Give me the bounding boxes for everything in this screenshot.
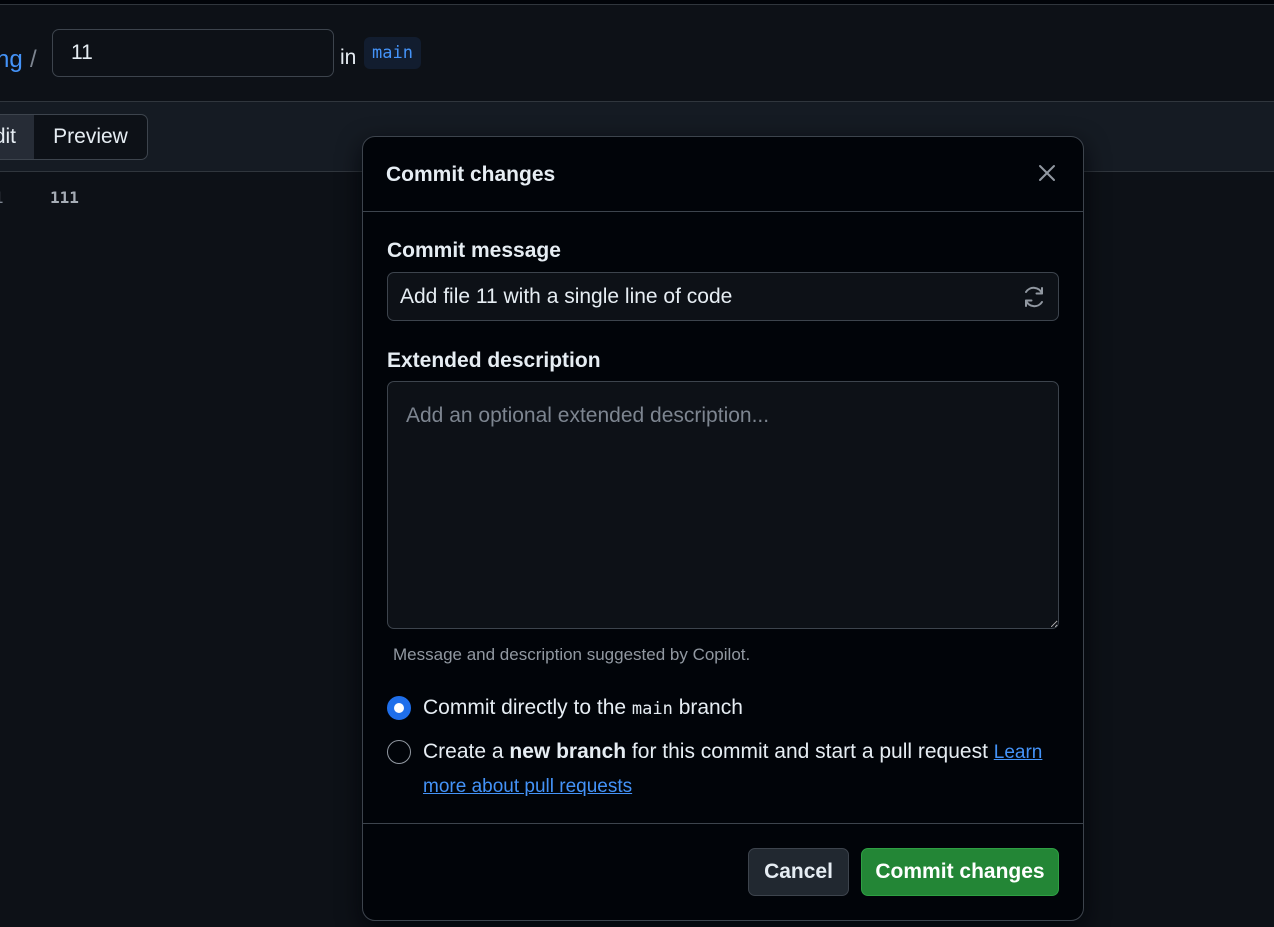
- commit-direct-label[interactable]: Commit directly to the main branch: [423, 696, 1063, 721]
- file-path-bar: ng / in main: [0, 6, 1274, 102]
- copilot-note: Message and description suggested by Cop…: [393, 645, 751, 664]
- line-number: 1: [0, 188, 4, 207]
- code-line[interactable]: 111: [50, 188, 79, 207]
- dialog-footer: Cancel Commit changes: [363, 823, 1083, 920]
- top-border: [0, 0, 1274, 5]
- new-branch-radio[interactable]: [387, 740, 411, 764]
- extended-description-label: Extended description: [387, 349, 601, 372]
- repo-link[interactable]: ng: [0, 46, 23, 74]
- branch-badge: main: [364, 37, 421, 69]
- commit-message-input[interactable]: [388, 273, 1008, 320]
- in-label: in: [340, 46, 357, 69]
- branch-name: main: [631, 699, 673, 719]
- tab-preview[interactable]: Preview: [34, 114, 148, 160]
- path-separator: /: [30, 46, 37, 73]
- commit-dialog: Commit changes Commit message Extended d…: [362, 136, 1084, 921]
- close-button[interactable]: [1031, 157, 1063, 189]
- cancel-button[interactable]: Cancel: [748, 848, 849, 896]
- commit-changes-button[interactable]: Commit changes: [861, 848, 1059, 896]
- dialog-header: Commit changes: [363, 137, 1083, 212]
- tab-edit[interactable]: dit: [0, 114, 35, 160]
- sync-icon[interactable]: [1021, 284, 1047, 310]
- page: ng / in main dit Preview 1 111 Commit ch…: [0, 0, 1274, 927]
- close-icon: [1039, 165, 1055, 181]
- new-branch-label[interactable]: Create a new branch for this commit and …: [423, 735, 1063, 803]
- commit-direct-radio[interactable]: [387, 696, 411, 720]
- dialog-title: Commit changes: [386, 163, 556, 186]
- filename-input[interactable]: [52, 29, 334, 77]
- commit-message-field: [387, 272, 1059, 321]
- commit-message-label: Commit message: [387, 239, 561, 262]
- extended-description-textarea[interactable]: [387, 381, 1059, 629]
